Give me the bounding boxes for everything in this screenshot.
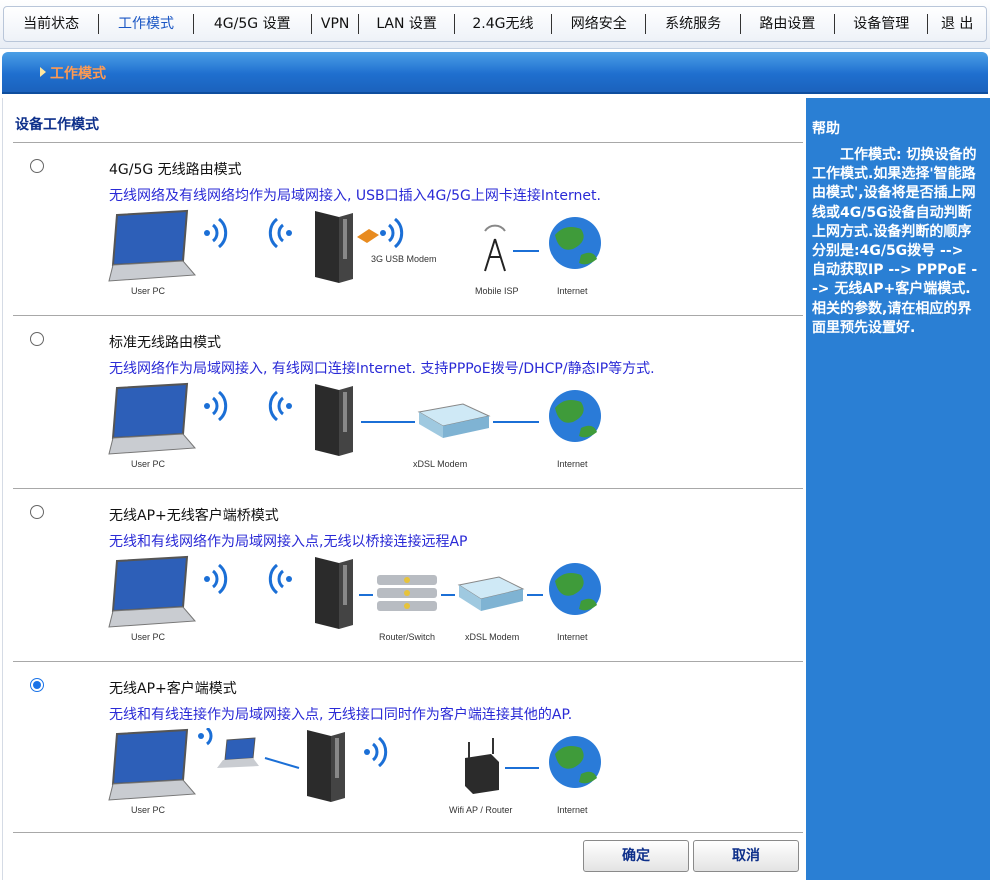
wifi-ap-icon [465, 738, 499, 794]
option-description: 无线网络作为局域网接入, 有线网口连接Internet. 支持PPPoE拨号/D… [109, 361, 655, 377]
nav-item-8[interactable]: 路由设置 [741, 14, 836, 34]
mode-option-ap-client: 无线AP+客户端模式 无线和有线连接作为局域网接入点, 无线接口同时作为客户端连… [3, 662, 803, 834]
triangle-right-icon [40, 67, 46, 77]
section-header: 工作模式 [2, 52, 988, 94]
usb-modem-icon [357, 217, 404, 249]
nav-item-5[interactable]: 2.4G无线 [455, 14, 553, 34]
nav-item-9[interactable]: 设备管理 [835, 14, 929, 34]
help-text: 工作模式: 切换设备的工作模式.如果选择'智能路由模式',设备将是否插上网线或4… [812, 147, 978, 336]
dsl-modem-icon [457, 576, 525, 611]
cancel-button[interactable]: 取消 [693, 840, 799, 872]
router-icon [315, 211, 353, 283]
page-title: 设备工作模式 [15, 117, 99, 133]
diagram-label-user-pc: User PC [131, 632, 166, 642]
radio-ap-client[interactable] [30, 678, 44, 692]
mode-option-4g5g-router: 4G/5G 无线路由模式 无线网络及有线网络均作为局域网接入, USB口插入4G… [3, 143, 803, 315]
mode-option-standard-router: 标准无线路由模式 无线网络作为局域网接入, 有线网口连接Internet. 支持… [3, 316, 803, 488]
diagram-label-modem: 3G USB Modem [371, 254, 437, 264]
wifi-signal-icon [364, 736, 388, 768]
option-description: 无线和有线网络作为局域网接入点,无线以桥接连接远程AP [109, 534, 468, 550]
globe-icon [549, 563, 601, 615]
radio-standard-router[interactable] [30, 332, 44, 346]
router-icon [307, 730, 345, 802]
mode-option-bridge: 无线AP+无线客户端桥模式 无线和有线网络作为局域网接入点,无线以桥接连接远程A… [3, 489, 803, 661]
radio-bridge[interactable] [30, 505, 44, 519]
diagram-label-user-pc: User PC [131, 286, 166, 296]
nav-item-0[interactable]: 当前状态 [4, 14, 100, 34]
dsl-modem-icon [417, 403, 491, 438]
nav-item-6[interactable]: 网络安全 [552, 14, 647, 34]
confirm-button[interactable]: 确定 [583, 840, 689, 872]
help-title: 帮助 [812, 121, 840, 137]
nav-item-2[interactable]: 4G/5G 设置 [194, 14, 312, 34]
divider [13, 832, 803, 833]
diagram-label-internet: Internet [557, 459, 588, 469]
option-description: 无线和有线连接作为局域网接入点, 无线接口同时作为客户端连接其他的AP. [109, 707, 573, 723]
option-title: 无线AP+无线客户端桥模式 [109, 508, 279, 524]
laptop-icon [108, 555, 197, 628]
top-navigation: 当前状态 工作模式 4G/5G 设置 VPN LAN 设置 2.4G无线 网络安全 系统服务路… [0, 0, 990, 49]
nav-item-7[interactable]: 系统服务 [646, 14, 741, 34]
laptop-icon [108, 209, 197, 282]
nav-item-10[interactable]: 退 出 [928, 14, 986, 34]
globe-icon [549, 736, 601, 788]
option-title: 无线AP+客户端模式 [109, 681, 237, 697]
diagram-label-modem: xDSL Modem [413, 459, 468, 469]
diagram-label-router: Router/Switch [379, 632, 436, 642]
laptop-icon [108, 382, 197, 455]
diagram-label-internet: Internet [557, 286, 588, 296]
diagram-bridge: User PC Router/Switch xDSL Modem Interne… [103, 555, 663, 655]
diagram-standard-router: User PC xDSL Modem Internet [103, 382, 663, 482]
wifi-signal-icon [204, 217, 292, 249]
diagram-label-internet: Internet [557, 805, 588, 815]
wifi-signal-icon [204, 563, 292, 595]
option-description: 无线网络及有线网络均作为局域网接入, USB口插入4G/5G上网卡连接Inter… [109, 188, 601, 204]
switch-icon [377, 575, 437, 611]
link-line [264, 757, 300, 769]
diagram-label-isp: Mobile ISP [475, 286, 519, 296]
main-panel: 设备工作模式 4G/5G 无线路由模式 无线网络及有线网络均作为局域网接入, U… [2, 98, 805, 880]
nav-bar: 当前状态 工作模式 4G/5G 设置 VPN LAN 设置 2.4G无线 网络安全 系统服务路… [3, 6, 987, 42]
laptop-small-icon [217, 737, 259, 768]
section-title: 工作模式 [50, 66, 106, 82]
antenna-tower-icon [484, 224, 506, 272]
option-title: 标准无线路由模式 [109, 335, 221, 351]
globe-icon [549, 390, 601, 442]
option-title: 4G/5G 无线路由模式 [109, 162, 242, 178]
nav-item-4[interactable]: LAN 设置 [359, 14, 455, 34]
wifi-signal-icon [198, 726, 213, 746]
radio-4g5g-router[interactable] [30, 159, 44, 173]
diagram-label-user-pc: User PC [131, 459, 166, 469]
diagram-label-ap: Wifi AP / Router [449, 805, 513, 815]
help-panel: 帮助 工作模式: 切换设备的工作模式.如果选择'智能路由模式',设备将是否插上网… [806, 98, 990, 880]
diagram-label-modem: xDSL Modem [465, 632, 520, 642]
nav-item-1[interactable]: 工作模式 [99, 14, 194, 34]
laptop-icon [108, 728, 197, 801]
diagram-ap-client: User PC Wifi AP / Router Internet [103, 726, 663, 828]
wifi-signal-icon [204, 390, 292, 422]
router-icon [315, 384, 353, 456]
globe-icon [549, 217, 601, 269]
nav-item-3[interactable]: VPN [312, 14, 360, 34]
diagram-label-internet: Internet [557, 632, 588, 642]
router-icon [315, 557, 353, 629]
diagram-label-user-pc: User PC [131, 805, 166, 815]
diagram-4g5g-router: User PC 3G USB Modem Mobile ISP Internet [103, 209, 663, 309]
